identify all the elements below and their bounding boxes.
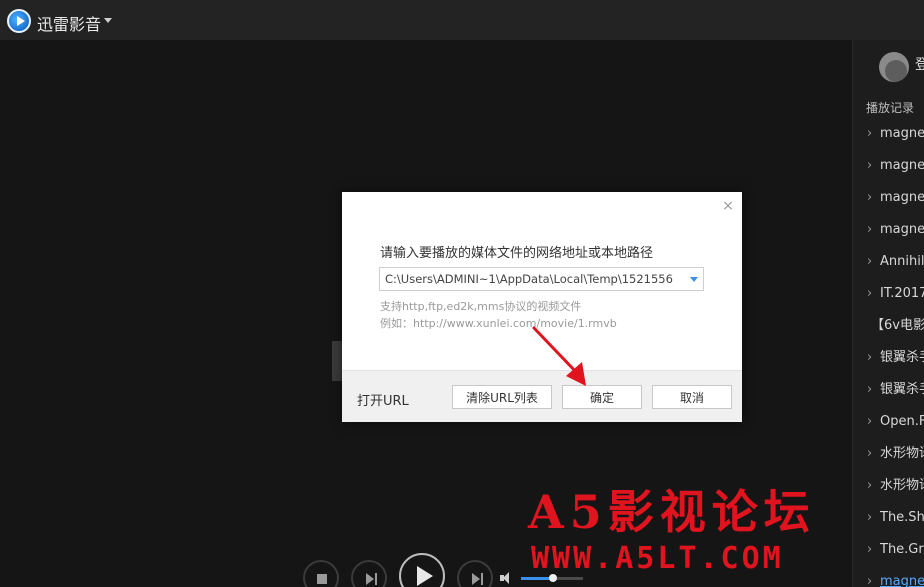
chevron-right-icon: › bbox=[867, 382, 873, 397]
history-item[interactable]: › 水形物语 bbox=[853, 440, 924, 472]
history-item-label: 银翼杀手 bbox=[880, 350, 924, 365]
history-item[interactable]: › The.Sh bbox=[853, 504, 924, 536]
history-title: 播放记录 bbox=[866, 101, 915, 115]
chevron-right-icon: › bbox=[867, 446, 873, 461]
history-item[interactable]: › The.Gr bbox=[853, 536, 924, 568]
url-combobox[interactable] bbox=[379, 267, 704, 291]
title-bar: 迅雷影音 bbox=[0, 0, 924, 40]
chevron-right-icon: › bbox=[867, 126, 873, 141]
history-item-label: 【6v电影 bbox=[871, 318, 924, 333]
app-name[interactable]: 迅雷影音 bbox=[37, 11, 101, 35]
history-item-label: 水形物语 bbox=[880, 446, 924, 461]
dialog-prompt: 请输入要播放的媒体文件的网络地址或本地路径 bbox=[380, 246, 654, 261]
history-item[interactable]: › magne bbox=[853, 152, 924, 184]
avatar[interactable] bbox=[879, 52, 909, 82]
history-item-label: Annihil bbox=[880, 254, 924, 269]
history-item[interactable]: › IT.2017 bbox=[853, 280, 924, 312]
chevron-right-icon: › bbox=[867, 350, 873, 365]
watermark-title: A5影视论坛 bbox=[528, 485, 816, 539]
history-item[interactable]: › 水形物语 bbox=[853, 472, 924, 504]
url-dropdown-chevron-down-icon[interactable] bbox=[690, 277, 698, 282]
history-item-label: magne bbox=[880, 190, 924, 205]
chevron-right-icon: › bbox=[867, 414, 873, 429]
history-item-label: The.Gr bbox=[880, 542, 924, 557]
history-item-label: magne bbox=[880, 158, 924, 173]
chevron-right-icon: › bbox=[867, 190, 873, 205]
xunlei-logo-icon[interactable] bbox=[7, 9, 31, 33]
login-link[interactable]: 登 bbox=[915, 54, 924, 74]
history-item-label: 银翼杀手 bbox=[880, 382, 924, 397]
chevron-right-icon: › bbox=[867, 510, 873, 525]
history-item[interactable]: › magne bbox=[853, 568, 924, 587]
volume-icon[interactable] bbox=[500, 572, 512, 584]
annotation-arrow-icon bbox=[532, 326, 586, 386]
history-item-label: IT.2017 bbox=[880, 286, 924, 301]
chevron-right-icon: › bbox=[867, 158, 873, 173]
chevron-right-icon: › bbox=[867, 254, 873, 269]
chevron-right-icon: › bbox=[867, 574, 873, 587]
history-list: › magne › magne › magne › magne › Annihil › IT.2017… bbox=[853, 120, 924, 587]
history-item[interactable]: › magne bbox=[853, 120, 924, 152]
dialog-title: 打开URL bbox=[357, 394, 409, 409]
history-item[interactable]: 【6v电影 bbox=[853, 312, 924, 344]
history-item[interactable]: › magne bbox=[853, 184, 924, 216]
history-item-label: The.Sh bbox=[880, 510, 924, 525]
close-icon[interactable]: × bbox=[722, 199, 734, 213]
app-menu-chevron-down-icon[interactable] bbox=[104, 18, 112, 23]
history-item[interactable]: › 银翼杀手 bbox=[853, 344, 924, 376]
history-item-label: magne bbox=[880, 574, 924, 587]
chevron-right-icon: › bbox=[867, 478, 873, 493]
chevron-right-icon: › bbox=[867, 286, 873, 301]
history-item-label: Open.F bbox=[880, 414, 924, 429]
volume-slider[interactable] bbox=[521, 574, 583, 582]
chevron-right-icon: › bbox=[867, 542, 873, 557]
history-item[interactable]: › 银翼杀手 bbox=[853, 376, 924, 408]
history-item-label: 水形物语 bbox=[880, 478, 924, 493]
protocol-hint: 支持http,ftp,ed2k,mms协议的视频文件 bbox=[380, 300, 582, 313]
watermark-url: WWW.A5LT.COM bbox=[531, 541, 784, 576]
history-item[interactable]: › Open.F bbox=[853, 408, 924, 440]
history-item[interactable]: › magne bbox=[853, 216, 924, 248]
history-item-label: magne bbox=[880, 126, 924, 141]
playlist-sidebar: 登 播放记录 ›magne›magne›magne›magne›Annihil›… bbox=[852, 40, 924, 587]
chevron-right-icon: › bbox=[867, 222, 873, 237]
history-item-label: magne bbox=[880, 222, 924, 237]
url-input[interactable] bbox=[380, 268, 680, 290]
cancel-button[interactable]: 取消 bbox=[652, 385, 732, 409]
history-item[interactable]: › Annihil bbox=[853, 248, 924, 280]
